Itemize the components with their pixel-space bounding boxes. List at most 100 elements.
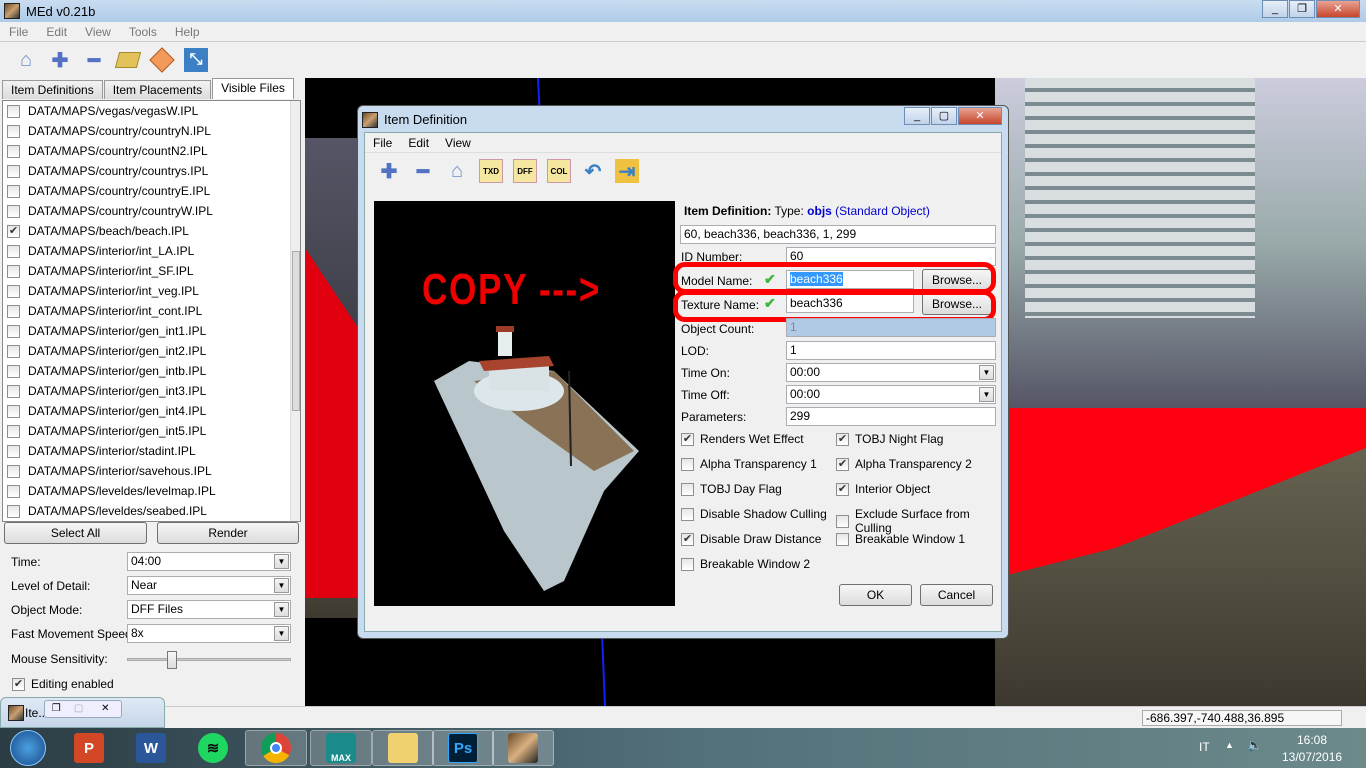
- menu-tools[interactable]: Tools: [129, 25, 157, 39]
- checkbox[interactable]: ✔: [7, 224, 20, 238]
- resize-icon[interactable]: ⤡: [184, 48, 208, 72]
- file-list-item[interactable]: DATA/MAPS/vegas/vegasW.IPL: [3, 101, 300, 121]
- file-list-item[interactable]: DATA/MAPS/interior/gen_int1.IPL: [3, 321, 300, 341]
- checkbox[interactable]: ✔: [681, 432, 694, 446]
- flag-checkbox[interactable]: ✔ TOBJ Night Flag: [836, 432, 943, 446]
- flag-checkbox[interactable]: ✔ Renders Wet Effect: [681, 432, 804, 446]
- time-on-select[interactable]: 00:00 ▼: [786, 363, 996, 382]
- file-list-item[interactable]: DATA/MAPS/leveldes/seabed.IPL: [3, 501, 300, 521]
- file-list-item[interactable]: DATA/MAPS/country/countryE.IPL: [3, 181, 300, 201]
- file-list-item[interactable]: DATA/MAPS/country/countryW.IPL: [3, 201, 300, 221]
- checkbox[interactable]: [7, 324, 20, 338]
- dialog-menu-file[interactable]: File: [373, 136, 392, 150]
- plus-icon[interactable]: ✚: [48, 48, 72, 72]
- file-list-item[interactable]: DATA/MAPS/leveldes/levelmap.IPL: [3, 481, 300, 501]
- dialog-menu-view[interactable]: View: [445, 136, 471, 150]
- minus-icon[interactable]: ━: [82, 48, 106, 72]
- checkbox[interactable]: [7, 344, 20, 358]
- tab-visible-files[interactable]: Visible Files: [212, 78, 294, 99]
- chevron-down-icon[interactable]: ▼: [274, 602, 289, 617]
- export-icon[interactable]: ⇥: [615, 159, 639, 183]
- file-list-item[interactable]: DATA/MAPS/interior/gen_int4.IPL: [3, 401, 300, 421]
- taskbar-explorer[interactable]: [372, 730, 434, 766]
- taskbar-word[interactable]: W: [120, 730, 182, 766]
- home-icon[interactable]: ⌂: [445, 159, 469, 183]
- scrollbar-thumb[interactable]: [292, 251, 300, 411]
- plus-icon[interactable]: ✚: [377, 159, 401, 183]
- col-icon[interactable]: COL: [547, 159, 571, 183]
- file-list-item[interactable]: DATA/MAPS/interior/int_LA.IPL: [3, 241, 300, 261]
- flag-checkbox[interactable]: TOBJ Day Flag: [681, 482, 782, 496]
- dialog-menu-edit[interactable]: Edit: [408, 136, 429, 150]
- taskbar-med[interactable]: [492, 730, 554, 766]
- chevron-down-icon[interactable]: ▼: [274, 554, 289, 569]
- checkbox[interactable]: [7, 164, 20, 178]
- checkbox[interactable]: ✔: [681, 532, 694, 546]
- lod-input[interactable]: 1: [786, 341, 996, 360]
- folder-open-icon[interactable]: [114, 48, 142, 72]
- speed-select[interactable]: 8x ▼: [127, 624, 291, 643]
- checkbox[interactable]: [7, 104, 20, 118]
- checkbox[interactable]: [681, 557, 694, 571]
- chevron-down-icon[interactable]: ▼: [979, 387, 994, 402]
- txd-icon[interactable]: TXD: [479, 159, 503, 183]
- checkbox[interactable]: [7, 404, 20, 418]
- checkbox[interactable]: [7, 424, 20, 438]
- flag-checkbox[interactable]: Alpha Transparency 1: [681, 457, 817, 471]
- menu-view[interactable]: View: [85, 25, 111, 39]
- checkbox[interactable]: [7, 264, 20, 278]
- file-list-item[interactable]: DATA/MAPS/country/countN2.IPL: [3, 141, 300, 161]
- clock-date[interactable]: 13/07/2016: [1282, 750, 1342, 764]
- flag-checkbox[interactable]: Breakable Window 1: [836, 532, 965, 546]
- close-button[interactable]: ✕: [958, 107, 1002, 125]
- checkbox[interactable]: [681, 507, 694, 521]
- file-list-item[interactable]: DATA/MAPS/interior/gen_int5.IPL: [3, 421, 300, 441]
- tag-icon[interactable]: [149, 47, 175, 73]
- flag-checkbox[interactable]: Disable Shadow Culling: [681, 507, 827, 521]
- checkbox[interactable]: [7, 484, 20, 498]
- undo-icon[interactable]: ↶: [581, 159, 605, 183]
- render-button[interactable]: Render: [157, 522, 299, 544]
- checkbox[interactable]: [7, 364, 20, 378]
- file-list-item[interactable]: DATA/MAPS/interior/int_veg.IPL: [3, 281, 300, 301]
- minus-icon[interactable]: ━: [411, 159, 435, 183]
- language-indicator[interactable]: IT: [1199, 740, 1210, 754]
- object-mode-select[interactable]: DFF Files ▼: [127, 600, 291, 619]
- flag-checkbox[interactable]: ✔ Disable Draw Distance: [681, 532, 821, 546]
- checkbox[interactable]: [7, 304, 20, 318]
- file-list-scrollbar[interactable]: [290, 101, 300, 521]
- checkbox[interactable]: ✔: [12, 677, 25, 691]
- menu-help[interactable]: Help: [175, 25, 200, 39]
- checkbox[interactable]: [7, 144, 20, 158]
- taskbar-spotify[interactable]: ≋: [182, 730, 244, 766]
- checkbox[interactable]: [7, 244, 20, 258]
- checkbox[interactable]: [7, 504, 20, 518]
- menu-edit[interactable]: Edit: [46, 25, 67, 39]
- file-list-item[interactable]: DATA/MAPS/country/countryN.IPL: [3, 121, 300, 141]
- checkbox[interactable]: ✔: [836, 432, 849, 446]
- checkbox[interactable]: [7, 444, 20, 458]
- tab-item-definitions[interactable]: Item Definitions: [2, 80, 103, 99]
- maximize-button[interactable]: ❐: [1289, 0, 1315, 18]
- restore-button[interactable]: ❐: [45, 701, 67, 717]
- file-list-item[interactable]: DATA/MAPS/interior/gen_int3.IPL: [3, 381, 300, 401]
- minimize-button[interactable]: _: [1262, 0, 1288, 18]
- menu-file[interactable]: File: [9, 25, 28, 39]
- checkbox[interactable]: ✔: [836, 457, 849, 471]
- home-icon[interactable]: ⌂: [14, 48, 38, 72]
- tray-expand-icon[interactable]: ▲: [1225, 740, 1234, 750]
- raw-definition-input[interactable]: 60, beach336, beach336, 1, 299: [680, 225, 996, 244]
- minimize-button[interactable]: _: [904, 107, 930, 125]
- time-select[interactable]: 04:00 ▼: [127, 552, 291, 571]
- checkbox[interactable]: ✔: [836, 482, 849, 496]
- file-list-item[interactable]: DATA/MAPS/country/countrys.IPL: [3, 161, 300, 181]
- volume-icon[interactable]: 🔈: [1247, 738, 1262, 752]
- ok-button[interactable]: OK: [839, 584, 912, 606]
- select-all-button[interactable]: Select All: [4, 522, 147, 544]
- checkbox[interactable]: [681, 482, 694, 496]
- taskbar-3dsmax[interactable]: MAX: [310, 730, 372, 766]
- lod-select[interactable]: Near ▼: [127, 576, 291, 595]
- flag-checkbox[interactable]: ✔ Interior Object: [836, 482, 930, 496]
- checkbox[interactable]: [681, 457, 694, 471]
- slider-thumb[interactable]: [166, 651, 177, 669]
